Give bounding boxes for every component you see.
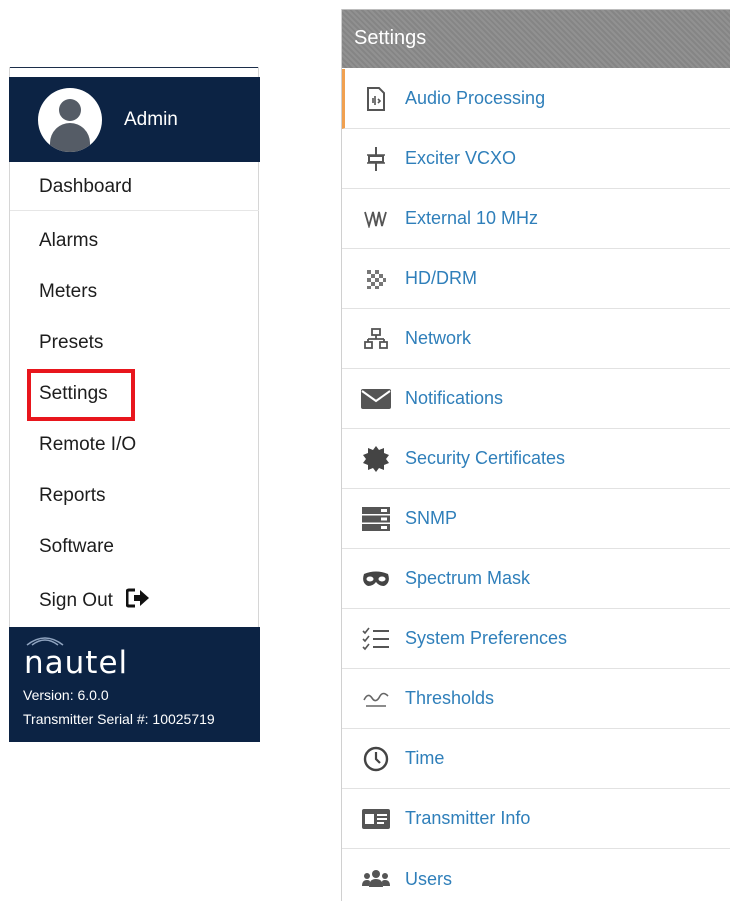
waveform-icon <box>359 206 393 232</box>
settings-item-thresholds[interactable]: Thresholds <box>342 669 730 729</box>
certificate-seal-icon <box>359 445 393 472</box>
settings-item-label: Exciter VCXO <box>405 148 517 168</box>
id-card-icon <box>359 806 393 832</box>
settings-item-label: Network <box>405 328 472 348</box>
sign-out-icon <box>126 588 150 608</box>
panel-title: Settings <box>354 27 427 49</box>
settings-item-system-preferences[interactable]: System Preferences <box>342 609 730 669</box>
sidebar: Admin Dashboard Alarms Meters Presets Se… <box>9 67 260 742</box>
settings-item-label: Users <box>405 868 453 889</box>
settings-item-label: External 10 MHz <box>405 208 539 228</box>
settings-panel-header: Settings <box>342 9 730 68</box>
settings-item-label: HD/DRM <box>405 268 477 288</box>
nav-alarms[interactable]: Alarms <box>10 217 259 265</box>
server-stack-icon <box>359 506 393 532</box>
settings-item-label: Audio Processing <box>405 88 546 108</box>
nav-reports[interactable]: Reports <box>10 472 259 520</box>
nav-meters[interactable]: Meters <box>10 268 259 316</box>
settings-highlight-box <box>27 369 135 421</box>
settings-item-audio-processing[interactable]: Audio Processing <box>342 69 730 129</box>
settings-item-network[interactable]: Network <box>342 309 730 369</box>
version-text: Version: 6.0.0 <box>23 687 109 703</box>
settings-item-label: Time <box>405 748 445 768</box>
serial-text: Transmitter Serial #: 10025719 <box>23 711 215 727</box>
settings-item-label: Spectrum Mask <box>405 568 531 588</box>
settings-item-spectrum-mask[interactable]: Spectrum Mask <box>342 549 730 609</box>
clock-icon <box>359 746 393 772</box>
envelope-icon <box>359 386 393 412</box>
users-icon <box>359 866 393 892</box>
avatar-icon[interactable] <box>38 87 102 152</box>
settings-item-exciter-vcxo[interactable]: Exciter VCXO <box>342 129 730 189</box>
nav-presets[interactable]: Presets <box>10 319 259 367</box>
settings-item-label: System Preferences <box>405 628 568 648</box>
settings-item-label: SNMP <box>405 508 458 528</box>
settings-item-security-certificates[interactable]: Security Certificates <box>342 429 730 489</box>
settings-item-label: Transmitter Info <box>405 808 531 828</box>
threshold-wave-icon <box>359 686 393 712</box>
checklist-icon <box>359 626 393 652</box>
nautel-logo: nautel <box>24 645 129 681</box>
settings-item-users[interactable]: Users <box>342 849 730 901</box>
sidebar-top-border <box>10 67 258 77</box>
sidebar-footer: nautel Version: 6.0.0 Transmitter Serial… <box>9 627 260 742</box>
settings-item-time[interactable]: Time <box>342 729 730 789</box>
sign-out-label: Sign Out <box>39 590 113 611</box>
nav-sign-out[interactable]: Sign Out <box>10 577 259 625</box>
nav-dashboard[interactable]: Dashboard <box>10 163 259 211</box>
settings-item-label: Security Certificates <box>405 448 566 468</box>
settings-item-label: Thresholds <box>405 688 495 708</box>
user-header: Admin <box>9 77 260 162</box>
settings-item-external-10mhz[interactable]: External 10 MHz <box>342 189 730 249</box>
digital-pattern-icon <box>359 266 393 292</box>
user-name: Admin <box>124 108 178 130</box>
nav-remote-io[interactable]: Remote I/O <box>10 421 259 469</box>
mask-icon <box>359 566 393 592</box>
crystal-oscillator-icon <box>359 146 393 172</box>
settings-item-transmitter-info[interactable]: Transmitter Info <box>342 789 730 849</box>
nav-software[interactable]: Software <box>10 523 259 571</box>
settings-panel: Settings Audio Processing Exciter VCXO E… <box>341 9 730 901</box>
audio-file-icon <box>359 86 393 112</box>
settings-item-label: Notifications <box>405 388 504 408</box>
settings-item-snmp[interactable]: SNMP <box>342 489 730 549</box>
settings-item-hd-drm[interactable]: HD/DRM <box>342 249 730 309</box>
network-icon <box>359 326 393 352</box>
settings-item-notifications[interactable]: Notifications <box>342 369 730 429</box>
